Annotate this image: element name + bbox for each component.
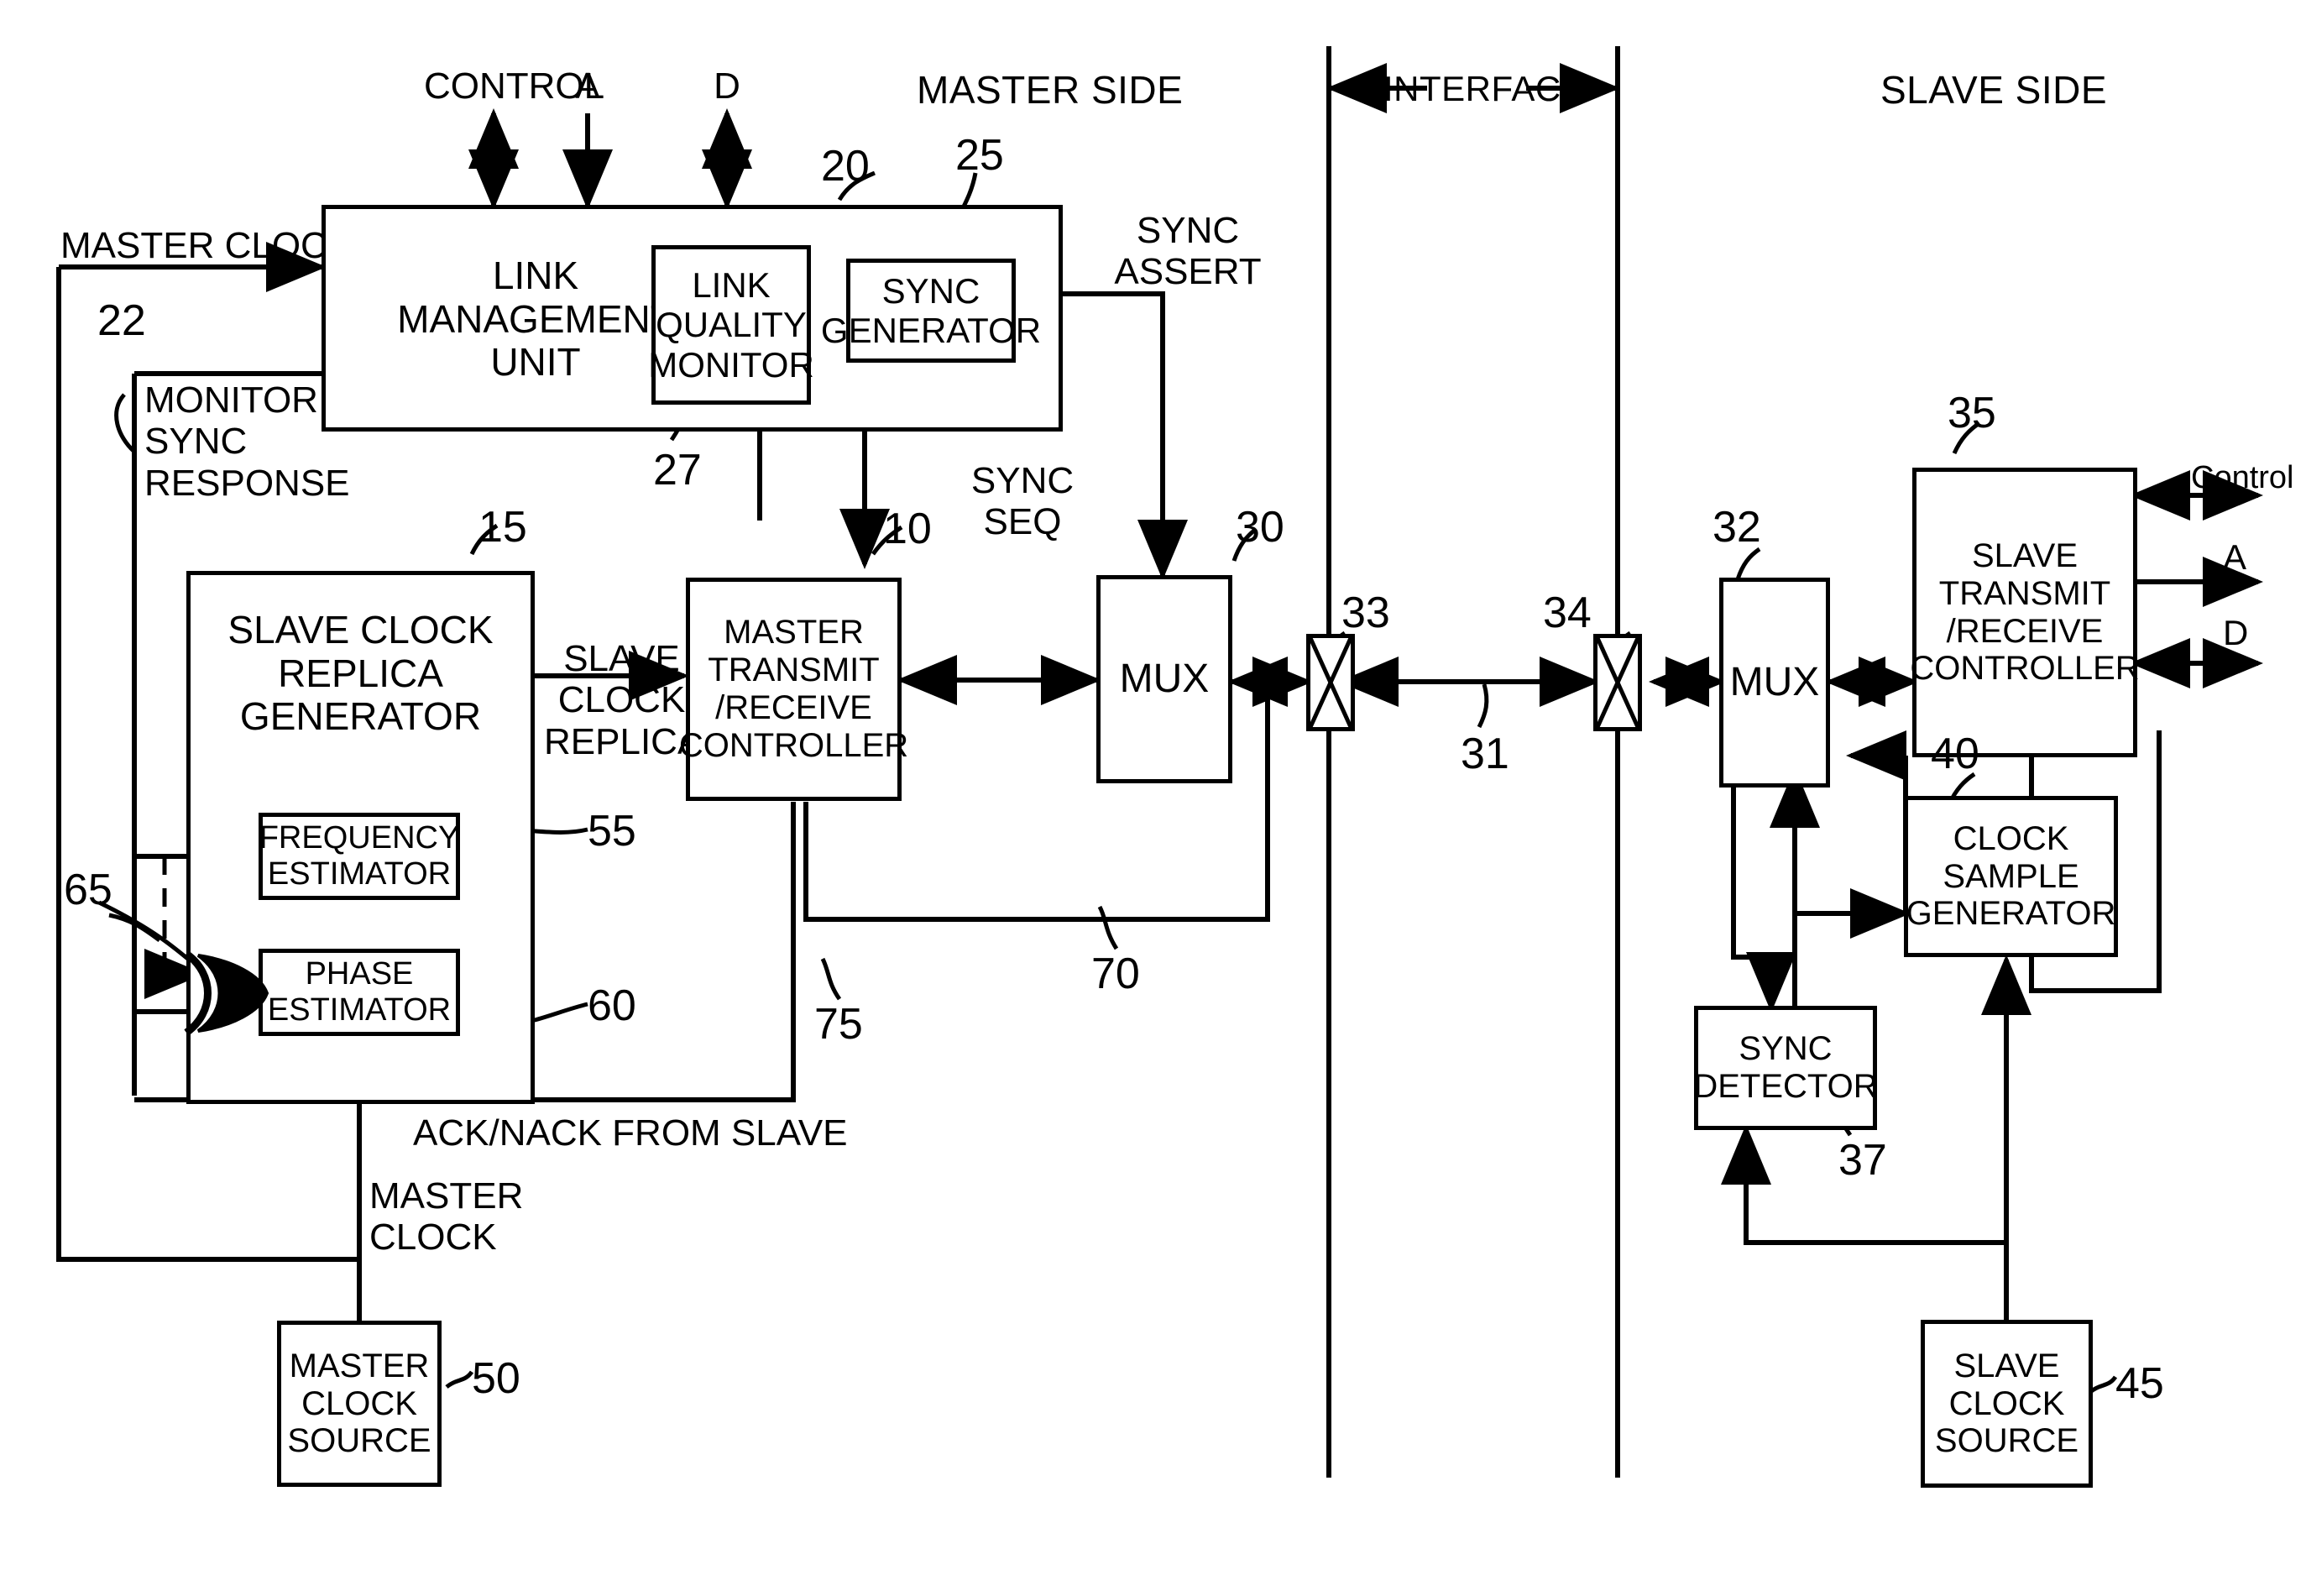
signal-master-clock-bottom-label: MASTER CLOCK — [369, 1175, 524, 1258]
slave-clock-replica-generator-label: SLAVE CLOCK REPLICA GENERATOR — [227, 608, 494, 739]
ref-65: 65 — [64, 866, 112, 914]
crossed-box-icon — [1597, 638, 1638, 727]
signal-ack-nack-label: ACK/NACK FROM SLAVE — [413, 1112, 848, 1154]
phase-estimator-label: PHASE ESTIMATOR — [267, 956, 452, 1028]
signal-control-label: CONTROL — [424, 65, 605, 107]
ref-75: 75 — [814, 1000, 863, 1049]
ref-37: 37 — [1838, 1136, 1887, 1185]
block-master-mux[interactable]: MUX — [1096, 575, 1232, 783]
link-management-unit-label: LINK MANAGEMENT UNIT — [397, 254, 674, 385]
ref-35: 35 — [1948, 389, 1996, 437]
header-interface: INTERFACE — [1383, 69, 1586, 108]
slave-mux-label: MUX — [1729, 660, 1820, 705]
ref-25: 25 — [955, 131, 1004, 180]
crossed-box-icon — [1310, 638, 1351, 727]
frequency-estimator-label: FREQUENCY ESTIMATOR — [259, 820, 460, 892]
block-clock-sample-generator[interactable]: CLOCK SAMPLE GENERATOR — [1904, 796, 2118, 957]
block-master-transmit-receive-controller[interactable]: MASTER TRANSMIT /RECEIVE CONTROLLER — [679, 578, 908, 801]
patent-figure-canvas: MASTER SIDE INTERFACE SLAVE SIDE CONTROL… — [0, 0, 2306, 1596]
signal-slave-d-label: D — [2223, 613, 2249, 652]
ref-55: 55 — [588, 807, 636, 856]
signal-master-clock-in-label: MASTER CLOCK — [60, 225, 353, 266]
slave-transmit-receive-controller-label: SLAVE TRANSMIT /RECEIVE CONTROLLER — [1910, 536, 2140, 688]
master-transmit-receive-controller-label: MASTER TRANSMIT /RECEIVE CONTROLLER — [678, 614, 909, 764]
ref-34: 34 — [1543, 589, 1592, 637]
block-frequency-estimator[interactable]: FREQUENCY ESTIMATOR — [259, 813, 460, 900]
block-slave-transmit-receive-controller[interactable]: SLAVE TRANSMIT /RECEIVE CONTROLLER — [1910, 468, 2140, 757]
master-mux-label: MUX — [1119, 657, 1210, 702]
ref-20: 20 — [821, 142, 870, 191]
signal-sync-assert-label: SYNC ASSERT — [1114, 210, 1262, 293]
block-sync-generator[interactable]: SYNC GENERATOR — [821, 259, 1041, 363]
ref-50: 50 — [472, 1354, 520, 1403]
signal-slave-control-label: Control — [2191, 460, 2294, 495]
signal-a-top-label: A — [575, 65, 600, 107]
link-quality-monitor-label: LINK QUALITY MONITOR — [648, 265, 814, 385]
ref-32: 32 — [1713, 503, 1761, 552]
sync-generator-label: SYNC GENERATOR — [820, 270, 1042, 350]
ref-45: 45 — [2115, 1359, 2164, 1408]
ref-60: 60 — [588, 981, 636, 1030]
connector-33[interactable] — [1306, 634, 1355, 731]
sync-detector-label: SYNC DETECTOR — [1693, 1030, 1878, 1105]
block-phase-estimator[interactable]: PHASE ESTIMATOR — [259, 949, 460, 1036]
ref-27: 27 — [653, 446, 702, 494]
block-sync-detector[interactable]: SYNC DETECTOR — [1693, 1006, 1878, 1130]
signal-slave-a-label: A — [2223, 537, 2247, 577]
connector-34[interactable] — [1593, 634, 1642, 731]
signal-sync-seq-label: SYNC SEQ — [970, 460, 1075, 543]
ref-22: 22 — [97, 296, 146, 345]
ref-15: 15 — [478, 503, 527, 552]
ref-33: 33 — [1341, 589, 1390, 637]
ref-30: 30 — [1236, 503, 1284, 552]
header-slave-side: SLAVE SIDE — [1880, 68, 2108, 112]
ref-31: 31 — [1461, 730, 1509, 778]
block-link-quality-monitor[interactable]: LINK QUALITY MONITOR — [648, 245, 814, 405]
block-master-clock-source[interactable]: MASTER CLOCK SOURCE — [277, 1321, 442, 1487]
signal-monitor-sync-response-label: MONITOR SYNC RESPONSE — [144, 379, 350, 504]
signal-d-top-label: D — [714, 65, 740, 107]
master-clock-source-label: MASTER CLOCK SOURCE — [287, 1347, 431, 1460]
slave-clock-source-label: SLAVE CLOCK SOURCE — [1934, 1347, 2079, 1460]
block-slave-clock-source[interactable]: SLAVE CLOCK SOURCE — [1921, 1320, 2093, 1488]
signal-slave-clock-replica-label: SLAVE CLOCK REPLICA — [544, 638, 703, 762]
ref-70: 70 — [1091, 950, 1140, 998]
ref-10: 10 — [883, 505, 932, 553]
block-slave-mux[interactable]: MUX — [1719, 578, 1830, 788]
clock-sample-generator-label: CLOCK SAMPLE GENERATOR — [1906, 819, 2116, 933]
header-master-side: MASTER SIDE — [917, 68, 1184, 112]
ref-40: 40 — [1931, 730, 1979, 778]
